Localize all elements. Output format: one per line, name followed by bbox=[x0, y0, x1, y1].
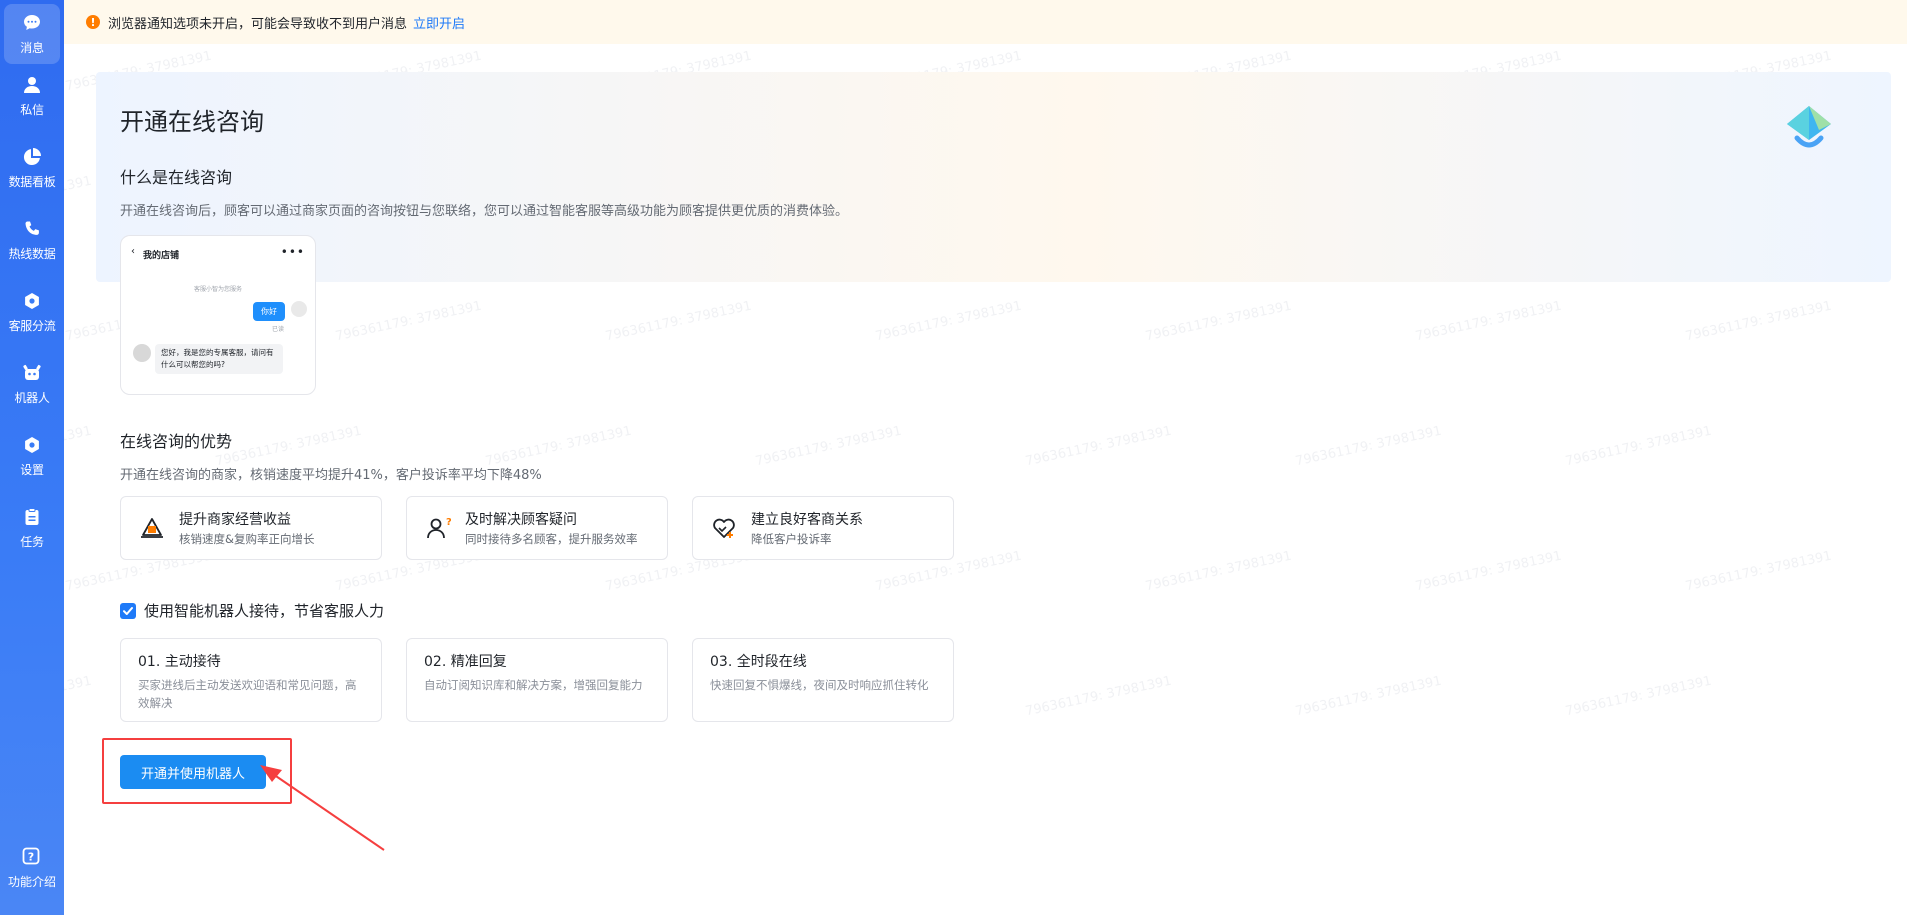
benefit-title: 建立良好客商关系 bbox=[751, 512, 863, 528]
sidebar: 消息 私信 数据看板 热线数据 客服分流 机器人 设置 任务 ? 功能介绍 bbox=[0, 0, 64, 915]
annotation-arrow-icon bbox=[260, 765, 385, 851]
feature-title: 02. 精准回复 bbox=[424, 654, 507, 670]
watermark-text: 796361179: 37981391 bbox=[64, 673, 94, 720]
sidebar-item-label: 数据看板 bbox=[8, 175, 56, 189]
benefit-title: 提升商家经营收益 bbox=[179, 512, 291, 528]
feature-title: 03. 全时段在线 bbox=[710, 654, 807, 670]
benefit-title: 及时解决顾客疑问 bbox=[465, 512, 577, 528]
benefit-card: 建立良好客商关系 降低客户投诉率 bbox=[692, 496, 954, 560]
product-logo-icon bbox=[1787, 106, 1831, 148]
question-user-icon: ? bbox=[427, 517, 451, 539]
feature-description: 买家进线后主动发送欢迎语和常见问题，高效解决 bbox=[138, 678, 357, 710]
sidebar-item-messages[interactable]: 消息 bbox=[4, 4, 60, 64]
sidebar-item-hotline[interactable]: 热线数据 bbox=[4, 210, 60, 270]
feature-description: 快速回复不惧爆线，夜间及时响应抓住转化 bbox=[710, 678, 929, 692]
warning-icon: ! bbox=[86, 15, 100, 29]
benefit-subtitle: 核销速度&复购率正向增长 bbox=[179, 532, 315, 546]
settings-icon bbox=[21, 434, 43, 456]
sidebar-item-label: 私信 bbox=[20, 103, 44, 117]
benefit-subtitle: 同时接待多名顾客，提升服务效率 bbox=[465, 532, 638, 546]
feature-title: 01. 主动接待 bbox=[138, 654, 221, 670]
benefit-card: 提升商家经营收益 核销速度&复购率正向增长 bbox=[120, 496, 382, 560]
routing-gear-icon bbox=[21, 290, 43, 312]
advantages-description: 开通在线咨询的商家，核销速度平均提升41%，客户投诉率平均下降48% bbox=[120, 468, 542, 483]
more-dots-icon: ••• bbox=[280, 245, 305, 259]
sidebar-item-robot[interactable]: 机器人 bbox=[4, 354, 60, 414]
user-avatar bbox=[291, 301, 307, 317]
robot-checkbox-label: 使用智能机器人接待，节省客服人力 bbox=[144, 602, 385, 620]
back-chevron-icon: ‹ bbox=[131, 246, 135, 257]
preview-user-message: 你好 bbox=[253, 302, 285, 321]
benefit-card: ? 及时解决顾客疑问 同时接待多名顾客，提升服务效率 bbox=[406, 496, 668, 560]
svg-text:?: ? bbox=[28, 851, 34, 864]
question-icon: ? bbox=[21, 846, 43, 868]
preview-read-status: 已读 bbox=[272, 326, 285, 333]
user-icon bbox=[21, 74, 43, 96]
phone-icon bbox=[21, 218, 43, 240]
benefit-subtitle: 降低客户投诉率 bbox=[751, 532, 832, 546]
sidebar-item-label: 热线数据 bbox=[8, 247, 56, 261]
pie-chart-icon bbox=[21, 146, 43, 168]
what-is-description: 开通在线咨询后，顾客可以通过商家页面的咨询按钮与您联络，您可以通过智能客服等高级… bbox=[120, 204, 849, 219]
revenue-icon bbox=[141, 518, 163, 538]
heart-handshake-icon bbox=[713, 518, 735, 538]
hero-background bbox=[96, 72, 1891, 282]
clipboard-icon bbox=[21, 506, 43, 528]
agent-avatar bbox=[133, 344, 151, 362]
notification-banner: ! 浏览器通知选项未开启，可能会导致收不到用户消息 立即开启 bbox=[64, 0, 1907, 44]
enable-robot-button[interactable]: 开通并使用机器人 bbox=[120, 755, 266, 789]
sidebar-item-label: 设置 bbox=[20, 463, 44, 477]
feature-card: 03. 全时段在线 快速回复不惧爆线，夜间及时响应抓住转化 bbox=[692, 638, 954, 722]
robot-checkbox-row[interactable]: 使用智能机器人接待，节省客服人力 bbox=[120, 600, 384, 621]
robot-icon bbox=[21, 362, 43, 384]
sidebar-item-label: 机器人 bbox=[14, 391, 50, 405]
main-content: 开通在线咨询 什么是在线咨询 开通在线咨询后，顾客可以通过商家页面的咨询按钮与您… bbox=[96, 72, 1891, 915]
sidebar-item-routing[interactable]: 客服分流 bbox=[4, 282, 60, 342]
svg-text:?: ? bbox=[446, 517, 451, 528]
sidebar-item-label: 消息 bbox=[20, 41, 44, 55]
chat-preview-image: ‹ 我的店铺 ••• 客服小智为您服务 你好 已读 您好，我是您的专属客服，请问… bbox=[120, 235, 316, 395]
notice-text: 浏览器通知选项未开启，可能会导致收不到用户消息 bbox=[108, 16, 408, 32]
chat-bubble-icon bbox=[21, 12, 43, 34]
feature-description: 自动订阅知识库和解决方案，增强回复能力 bbox=[424, 678, 643, 692]
enable-notifications-link[interactable]: 立即开启 bbox=[413, 13, 465, 32]
feature-card: 02. 精准回复 自动订阅知识库和解决方案，增强回复能力 bbox=[406, 638, 668, 722]
preview-shop-title: 我的店铺 bbox=[143, 251, 180, 261]
preview-hint: 客服小智为您服务 bbox=[193, 286, 242, 293]
page-title: 开通在线咨询 bbox=[120, 108, 264, 136]
feature-card: 01. 主动接待 买家进线后主动发送欢迎语和常见问题，高效解决 bbox=[120, 638, 382, 722]
sidebar-item-label: 任务 bbox=[20, 535, 44, 549]
watermark-text: 796361179: 37981391 bbox=[64, 423, 94, 470]
advantages-title: 在线咨询的优势 bbox=[120, 432, 233, 451]
sidebar-item-private-messages[interactable]: 私信 bbox=[4, 66, 60, 126]
what-is-title: 什么是在线咨询 bbox=[120, 168, 233, 187]
sidebar-item-label: 客服分流 bbox=[8, 319, 56, 333]
robot-checkbox[interactable] bbox=[120, 602, 136, 619]
sidebar-item-tasks[interactable]: 任务 bbox=[4, 498, 60, 558]
sidebar-item-feature-intro[interactable]: ? 功能介绍 bbox=[4, 838, 60, 898]
checkmark-icon bbox=[123, 606, 133, 615]
preview-agent-message: 您好，我是您的专属客服，请问有什么可以帮您的吗? bbox=[155, 344, 283, 374]
sidebar-item-label: 功能介绍 bbox=[7, 875, 56, 889]
watermark-text: 796361179: 37981391 bbox=[64, 173, 94, 220]
sidebar-item-dashboard[interactable]: 数据看板 bbox=[4, 138, 60, 198]
sidebar-item-settings[interactable]: 设置 bbox=[4, 426, 60, 486]
